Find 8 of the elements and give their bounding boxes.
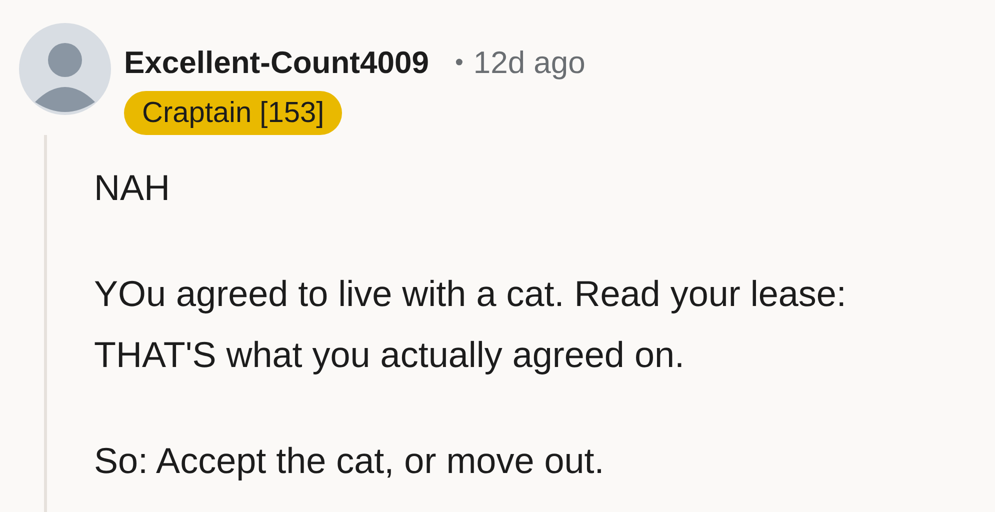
username-link[interactable]: Excellent-Count4009 (124, 40, 429, 86)
comment-paragraph: So: Accept the cat, or move out. (94, 438, 606, 482)
separator-dot: • (454, 48, 464, 78)
comment-paragraph: NAH (94, 166, 172, 210)
user-flair: Craptain [153] (124, 90, 342, 134)
comment-paragraph: YOu agreed to live with a cat. Read your lease: THAT'S what you actually agreed on. (94, 272, 848, 376)
avatar[interactable] (18, 22, 112, 116)
timestamp: 12d ago (473, 44, 586, 82)
